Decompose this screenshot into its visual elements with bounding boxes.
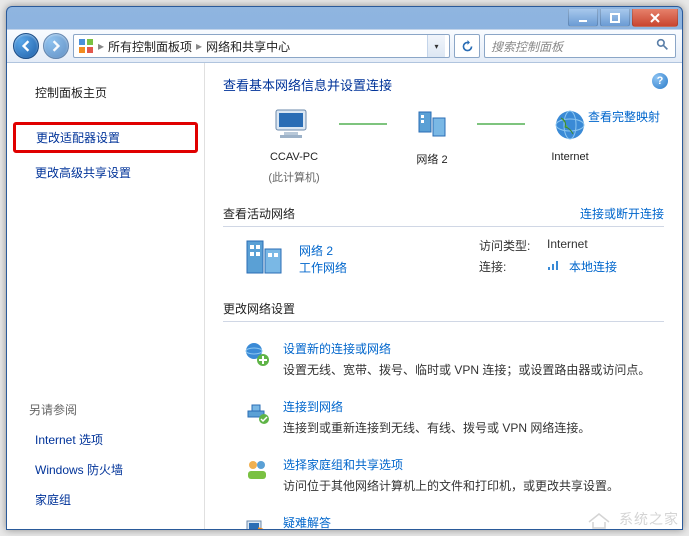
task-connect-network[interactable]: 连接到网络 连接到或重新连接到无线、有线、拨号或 VPN 网络连接。 <box>223 390 664 448</box>
maximize-button[interactable] <box>600 9 630 27</box>
section-change-settings: 更改网络设置 <box>223 296 664 322</box>
globe-icon <box>553 108 587 145</box>
breadcrumb-dropdown[interactable]: ▾ <box>427 35 445 57</box>
toolbar: ▸ 所有控制面板项 ▸ 网络和共享中心 ▾ 搜索控制面板 <box>7 29 682 63</box>
access-type-value: Internet <box>547 237 588 254</box>
access-type-label: 访问类型: <box>479 237 539 254</box>
chevron-right-icon: ▸ <box>98 39 104 53</box>
content-area: ? 查看基本网络信息并设置连接 查看完整映射 CCAV-PC (此计算机) 网络 <box>205 63 682 529</box>
computer-icon <box>272 108 316 145</box>
troubleshoot-icon <box>243 514 271 529</box>
task-desc: 连接到或重新连接到无线、有线、拨号或 VPN 网络连接。 <box>283 419 590 436</box>
forward-button[interactable] <box>43 33 69 59</box>
map-node-label: Internet <box>551 151 588 163</box>
breadcrumb-level-2[interactable]: 网络和共享中心 <box>206 38 290 55</box>
help-icon[interactable]: ? <box>652 73 668 89</box>
active-network-name[interactable]: 网络 2 <box>299 242 347 259</box>
chevron-right-icon: ▸ <box>196 39 202 53</box>
breadcrumb-level-1[interactable]: 所有控制面板项 <box>108 38 192 55</box>
task-title: 疑难解答 <box>283 514 331 529</box>
task-title: 连接到网络 <box>283 398 590 415</box>
window-titlebar <box>7 7 682 29</box>
active-network-type[interactable]: 工作网络 <box>299 259 347 276</box>
connection-link[interactable]: 本地连接 <box>569 258 617 275</box>
map-node-sublabel: (此计算机) <box>268 169 319 185</box>
network-map: 查看完整映射 CCAV-PC (此计算机) 网络 2 <box>223 108 664 185</box>
task-setup-connection[interactable]: 设置新的连接或网络 设置无线、宽带、拨号、临时或 VPN 连接；或设置路由器或访… <box>223 332 664 390</box>
sidebar-item-internet-options[interactable]: Internet 选项 <box>13 425 198 454</box>
page-title: 查看基本网络信息并设置连接 <box>223 75 664 94</box>
homegroup-icon <box>243 456 271 483</box>
map-node-label: 网络 2 <box>416 151 447 167</box>
search-input[interactable]: 搜索控制面板 <box>484 34 676 58</box>
section-active-networks: 查看活动网络 连接或断开连接 <box>223 201 664 227</box>
connection-label: 连接: <box>479 258 539 275</box>
signal-icon <box>547 258 561 275</box>
sidebar-home[interactable]: 控制面板主页 <box>13 78 198 107</box>
back-button[interactable] <box>13 33 39 59</box>
link-connect-disconnect[interactable]: 连接或断开连接 <box>580 205 664 222</box>
sidebar: 控制面板主页 更改适配器设置 更改高级共享设置 另请参阅 Internet 选项… <box>7 63 205 529</box>
search-placeholder: 搜索控制面板 <box>491 38 563 55</box>
sidebar-item-firewall[interactable]: Windows 防火墙 <box>13 455 198 484</box>
task-desc: 设置无线、宽带、拨号、临时或 VPN 连接；或设置路由器或访问点。 <box>283 361 650 378</box>
minimize-button[interactable] <box>568 9 598 27</box>
search-icon <box>656 38 669 54</box>
sidebar-item-adapter-settings[interactable]: 更改适配器设置 <box>13 122 198 153</box>
close-button[interactable] <box>632 9 678 27</box>
map-node-this-pc: CCAV-PC (此计算机) <box>259 108 329 185</box>
network-icon <box>413 108 451 145</box>
task-desc: 访问位于其他网络计算机上的文件和打印机，或更改共享设置。 <box>283 477 619 494</box>
task-title: 选择家庭组和共享选项 <box>283 456 619 473</box>
refresh-button[interactable] <box>454 34 480 58</box>
link-full-map[interactable]: 查看完整映射 <box>588 108 660 125</box>
connect-icon <box>243 398 271 425</box>
building-icon <box>243 237 287 280</box>
task-troubleshoot[interactable]: 疑难解答 <box>223 506 664 529</box>
map-node-label: CCAV-PC <box>270 151 318 163</box>
sidebar-item-homegroup[interactable]: 家庭组 <box>13 485 198 514</box>
see-also-header: 另请参阅 <box>7 395 204 424</box>
task-title: 设置新的连接或网络 <box>283 340 650 357</box>
add-connection-icon <box>243 340 271 367</box>
sidebar-item-advanced-sharing[interactable]: 更改高级共享设置 <box>13 158 198 187</box>
task-homegroup-sharing[interactable]: 选择家庭组和共享选项 访问位于其他网络计算机上的文件和打印机，或更改共享设置。 <box>223 448 664 506</box>
map-node-network: 网络 2 <box>397 108 467 167</box>
control-panel-icon <box>78 38 94 54</box>
breadcrumb[interactable]: ▸ 所有控制面板项 ▸ 网络和共享中心 ▾ <box>73 34 450 58</box>
